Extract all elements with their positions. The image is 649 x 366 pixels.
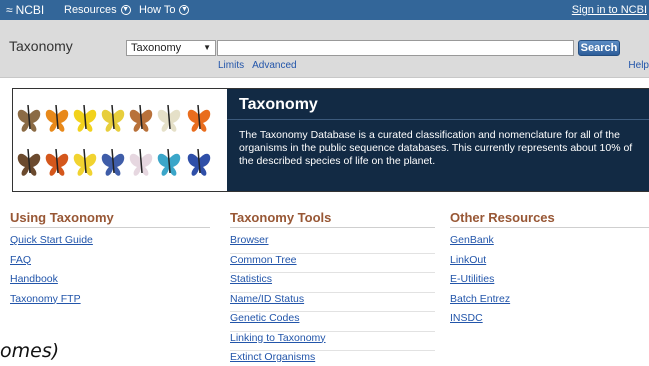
list-item: Extinct Organisms: [230, 351, 435, 366]
linking-to-taxonomy-link[interactable]: Linking to Taxonomy: [230, 332, 326, 344]
howto-menu[interactable]: How To ▼: [139, 4, 190, 16]
list-item: Common Tree: [230, 254, 435, 273]
insdc-link[interactable]: INSDC: [450, 312, 483, 324]
hero-title: Taxonomy: [239, 96, 318, 113]
list-item: Genetic Codes: [230, 312, 435, 332]
help-link[interactable]: Help: [628, 60, 649, 71]
link-list: Browser Common Tree Statistics Name/ID S…: [230, 234, 435, 366]
statistics-link[interactable]: Statistics: [230, 273, 272, 285]
link-list: Quick Start Guide FAQ Handbook Taxonomy …: [10, 234, 210, 312]
hero-banner: Taxonomy The Taxonomy Database is a cura…: [12, 88, 649, 192]
butterflies-illustration: [17, 104, 211, 176]
genetic-codes-link[interactable]: Genetic Codes: [230, 312, 299, 324]
list-item: Taxonomy FTP: [10, 293, 210, 313]
quick-start-guide-link[interactable]: Quick Start Guide: [10, 234, 93, 246]
list-item: Name/ID Status: [230, 293, 435, 312]
dropdown-arrow-icon: ▼: [203, 43, 211, 52]
chevron-down-icon: ▼: [120, 5, 131, 15]
list-item: GenBank: [450, 234, 649, 254]
search-links: Limits Advanced: [218, 60, 297, 71]
handbook-link[interactable]: Handbook: [10, 273, 58, 285]
genbank-link[interactable]: GenBank: [450, 234, 494, 246]
taxonomy-tools-section: Taxonomy Tools Browser Common Tree Stati…: [230, 210, 435, 366]
batch-entrez-link[interactable]: Batch Entrez: [450, 293, 510, 305]
link-list: GenBank LinkOut E-Utilities Batch Entrez…: [450, 234, 649, 332]
search-button[interactable]: Search: [578, 40, 620, 56]
section-heading: Using Taxonomy: [10, 210, 210, 228]
hero-panel: Taxonomy The Taxonomy Database is a cura…: [227, 89, 649, 191]
hero-description: The Taxonomy Database is a curated class…: [239, 129, 633, 167]
ncbi-logo[interactable]: ≈ NCBI: [6, 3, 44, 17]
using-taxonomy-section: Using Taxonomy Quick Start Guide FAQ Han…: [10, 210, 210, 312]
hero-divider: [227, 119, 649, 120]
overlay-caption: omes): [0, 340, 60, 362]
butterflies-image: [13, 89, 227, 191]
resources-label: Resources: [64, 4, 117, 16]
chevron-down-icon: ▼: [179, 5, 190, 15]
list-item: Batch Entrez: [450, 293, 649, 313]
sign-in-link[interactable]: Sign in to NCBI: [572, 4, 647, 16]
database-select-value: Taxonomy: [131, 42, 182, 54]
ncbi-logo-text: NCBI: [15, 3, 45, 17]
list-item: E-Utilities: [450, 273, 649, 293]
list-item: FAQ: [10, 254, 210, 274]
section-heading: Taxonomy Tools: [230, 210, 435, 228]
browser-link[interactable]: Browser: [230, 234, 269, 246]
taxonomy-ftp-link[interactable]: Taxonomy FTP: [10, 293, 81, 305]
limits-link[interactable]: Limits: [218, 60, 244, 71]
list-item: Quick Start Guide: [10, 234, 210, 254]
list-item: INSDC: [450, 312, 649, 332]
resources-menu[interactable]: Resources ▼: [64, 4, 131, 16]
faq-link[interactable]: FAQ: [10, 254, 31, 266]
howto-label: How To: [139, 4, 176, 16]
ncbi-logo-icon: ≈: [6, 3, 13, 17]
list-item: Statistics: [230, 273, 435, 293]
database-title: Taxonomy: [9, 38, 73, 54]
other-resources-section: Other Resources GenBank LinkOut E-Utilit…: [450, 210, 649, 332]
e-utilities-link[interactable]: E-Utilities: [450, 273, 494, 285]
list-item: LinkOut: [450, 254, 649, 274]
linkout-link[interactable]: LinkOut: [450, 254, 486, 266]
common-tree-link[interactable]: Common Tree: [230, 254, 297, 266]
ncbi-top-bar: ≈ NCBI Resources ▼ How To ▼ Sign in to N…: [0, 0, 649, 20]
list-item: Linking to Taxonomy: [230, 332, 435, 351]
search-bar: Taxonomy Taxonomy ▼ Search Limits Advanc…: [0, 20, 649, 78]
database-select[interactable]: Taxonomy ▼: [126, 40, 216, 56]
list-item: Handbook: [10, 273, 210, 293]
extinct-organisms-link[interactable]: Extinct Organisms: [230, 351, 315, 363]
advanced-link[interactable]: Advanced: [252, 60, 296, 71]
list-item: Browser: [230, 234, 435, 254]
name-id-status-link[interactable]: Name/ID Status: [230, 293, 304, 305]
section-heading: Other Resources: [450, 210, 649, 228]
search-input[interactable]: [217, 40, 574, 56]
